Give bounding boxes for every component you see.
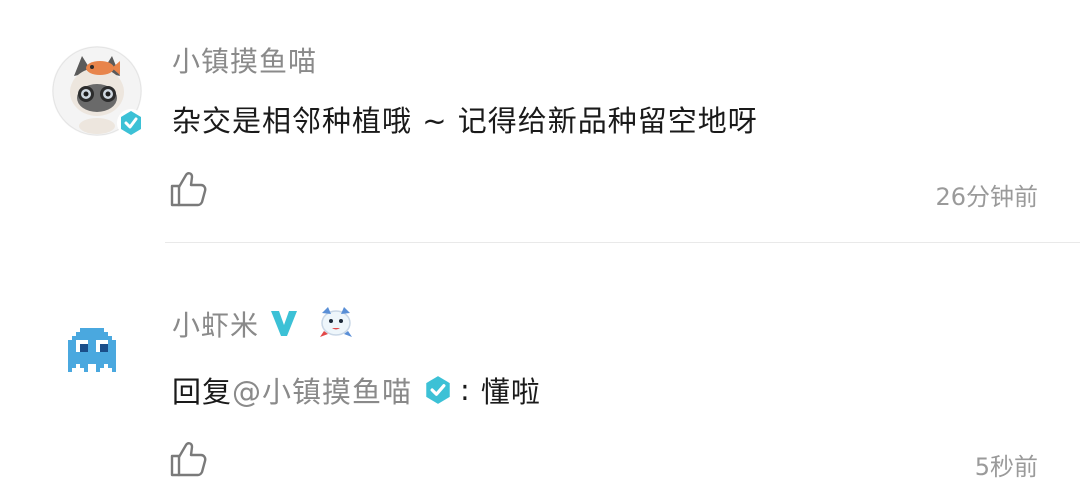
v-badge-icon xyxy=(271,311,297,336)
username[interactable]: 小镇摸鱼喵 xyxy=(172,40,317,80)
comment-timestamp: 5秒前 xyxy=(974,453,1038,481)
reply-text: 回复 @小镇摸鱼喵 : 懂啦 xyxy=(172,369,541,411)
reply-separator: : xyxy=(460,373,471,407)
thumbs-up-icon[interactable] xyxy=(168,169,208,209)
reply-prefix: 回复 xyxy=(172,375,233,409)
pixel-ghost-avatar-icon[interactable] xyxy=(68,328,116,372)
reply-content: 懂啦 xyxy=(480,375,541,409)
comment-divider xyxy=(165,242,1080,243)
verified-badge-icon xyxy=(426,376,450,404)
verified-badge-icon xyxy=(117,109,145,137)
comment-item: 小虾米 回复 @小镇摸鱼喵 : 懂啦 5秒前 xyxy=(0,244,1080,481)
comment-item: 小镇摸鱼喵 杂交是相邻种植哦 ~ 记得给新品种留空地呀 26分钟前 xyxy=(0,0,1080,243)
mention-link[interactable]: @小镇摸鱼喵 xyxy=(232,369,412,411)
comment-timestamp: 26分钟前 xyxy=(935,183,1038,211)
username[interactable]: 小虾米 xyxy=(172,304,259,344)
user-avatar[interactable] xyxy=(52,46,145,137)
medal-icon xyxy=(320,307,352,337)
comment-text: 杂交是相邻种植哦 ~ 记得给新品种留空地呀 xyxy=(172,104,758,138)
thumbs-up-icon[interactable] xyxy=(168,439,208,479)
